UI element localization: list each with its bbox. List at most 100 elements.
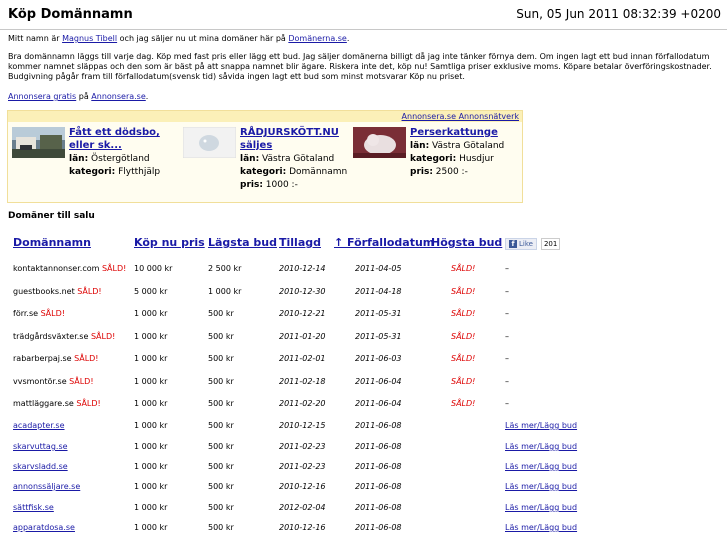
high-bid-sold: SÅLD! [451,309,476,318]
added-date: 2010-12-30 [279,287,326,296]
action-dash: – [505,309,509,318]
intro-text-2: och jag säljer nu ut mina domäner här på [117,34,289,43]
buy-now-price: 1 000 kr [134,332,168,341]
min-bid: 500 kr [208,523,234,532]
buy-now-price: 1 000 kr [134,523,168,532]
min-bid: 500 kr [208,503,234,512]
added-date: 2010-12-15 [279,421,326,430]
domain-name-cell: förr.se SÅLD! [13,309,65,318]
min-bid: 500 kr [208,421,234,430]
ad-title-3[interactable]: Perserkattunge [410,127,498,138]
high-bid-sold: SÅLD! [451,399,476,408]
sold-label: SÅLD! [90,332,116,341]
ad1-lan-value: Östergötland [91,154,150,164]
ad-title-2[interactable]: RÅDJURSKÖTT.NU säljes [240,127,339,151]
high-bid-sold: SÅLD! [451,377,476,386]
domain-name-cell: vvsmontör.se SÅLD! [13,377,94,386]
annonsera-site-link[interactable]: Annonsera.se [91,92,146,101]
domain-link[interactable]: sättfisk.se [13,503,54,512]
high-bid-sold: SÅLD! [451,264,476,273]
min-bid: 500 kr [208,482,234,491]
ad1-kategori-value: Flytthjälp [118,167,161,177]
buy-now-price: 1 000 kr [134,503,168,512]
sold-label: SÅLD! [101,264,127,273]
facebook-like-count: 201 [540,238,561,250]
bid-link[interactable]: Läs mer/Lägg bud [505,482,577,491]
expiry-date: 2011-06-08 [355,503,402,512]
ad-network-header: Annonsera.se Annonsnätverk [8,111,522,122]
high-bid-sold: SÅLD! [451,354,476,363]
annonsera-line: Annonsera gratis på Annonsera.se. [8,92,148,101]
domain-link[interactable]: skarvuttag.se [13,442,68,451]
domain-name: trädgårdsväxter.se [13,332,89,341]
domain-link[interactable]: skarvsladd.se [13,462,68,471]
domain-name: förr.se [13,309,39,318]
expiry-date: 2011-05-31 [355,309,402,318]
bid-link[interactable]: Läs mer/Lägg bud [505,462,577,471]
domain-name-cell: guestbooks.net SÅLD! [13,287,102,296]
facebook-like-label: Like [519,240,533,248]
col-header-expires[interactable]: ↑ Förfallodatum [334,236,434,249]
annonsera-dot: . [145,92,149,101]
intro-paragraph: Bra domännamn läggs till varje dag. Köp … [8,52,712,81]
buy-now-price: 1 000 kr [134,482,168,491]
sold-label: SÅLD! [76,399,101,408]
site-link[interactable]: Domänerna.se [288,34,347,43]
added-date: 2011-01-20 [279,332,326,341]
domain-name: rabarberpaj.se [13,354,72,363]
col-header-price[interactable]: Köp nu pris [134,236,205,249]
bid-link[interactable]: Läs mer/Lägg bud [505,421,577,430]
buy-now-price: 10 000 kr [134,264,173,273]
bid-link[interactable]: Läs mer/Lägg bud [505,503,577,512]
expiry-date: 2011-06-03 [355,354,402,363]
ad3-kategori-key: kategori: [410,154,457,164]
facebook-like-button[interactable]: f Like [505,238,537,250]
added-date: 2011-02-01 [279,354,326,363]
min-bid: 500 kr [208,442,234,451]
min-bid: 1 000 kr [208,287,242,296]
sold-label: SÅLD! [77,287,102,296]
bid-link[interactable]: Läs mer/Lägg bud [505,442,577,451]
author-link[interactable]: Magnus Tibell [62,34,117,43]
annonsera-gratis-link[interactable]: Annonsera gratis [8,92,76,101]
ad-image-kitten[interactable] [353,127,406,158]
added-date: 2010-12-14 [279,264,326,273]
ad3-lan-value: Västra Götaland [432,141,505,151]
buy-now-price: 1 000 kr [134,399,168,408]
col-header-domain[interactable]: Domännamn [13,236,91,249]
action-dash: – [505,377,509,386]
header-divider [0,29,727,30]
added-date: 2011-02-23 [279,462,326,471]
col-header-min-bid[interactable]: Lägsta bud [208,236,277,249]
domain-link[interactable]: acadapter.se [13,421,65,430]
ad2-pris-key: pris: [240,180,263,190]
ad1-lan-key: län: [69,154,89,164]
expiry-date: 2011-04-18 [355,287,402,296]
expiry-date: 2011-06-04 [355,399,402,408]
ad-title-1[interactable]: Fått ett dödsbo, eller sk... [69,127,160,151]
ad1-kategori-key: kategori: [69,167,116,177]
expiry-date: 2011-06-08 [355,442,402,451]
added-date: 2011-02-18 [279,377,326,386]
action-dash: – [505,264,509,273]
facebook-icon: f [509,240,517,248]
section-title: Domäner till salu [8,211,95,221]
expiry-date: 2011-06-04 [355,377,402,386]
ad-network-link[interactable]: Annonsera.se Annonsnätverk [402,112,519,121]
domain-name: guestbooks.net [13,287,75,296]
col-header-added[interactable]: Tillagd [279,236,321,249]
ad3-pris-key: pris: [410,167,433,177]
ad-image-house[interactable] [12,127,65,158]
domain-name: mattläggare.se [13,399,74,408]
expiry-date: 2011-06-08 [355,421,402,430]
buy-now-price: 1 000 kr [134,309,168,318]
ad-image-placeholder[interactable] [183,127,236,158]
added-date: 2011-02-23 [279,442,326,451]
domain-link[interactable]: annonssäljare.se [13,482,80,491]
added-date: 2010-12-16 [279,482,326,491]
facebook-like-widget[interactable]: f Like 201 [505,238,561,250]
domain-link[interactable]: apparatdosa.se [13,523,75,532]
bid-link[interactable]: Läs mer/Lägg bud [505,523,577,532]
col-header-high-bid[interactable]: Högsta bud [431,236,502,249]
domain-name-cell: kontaktannonser.com SÅLD! [13,264,126,273]
